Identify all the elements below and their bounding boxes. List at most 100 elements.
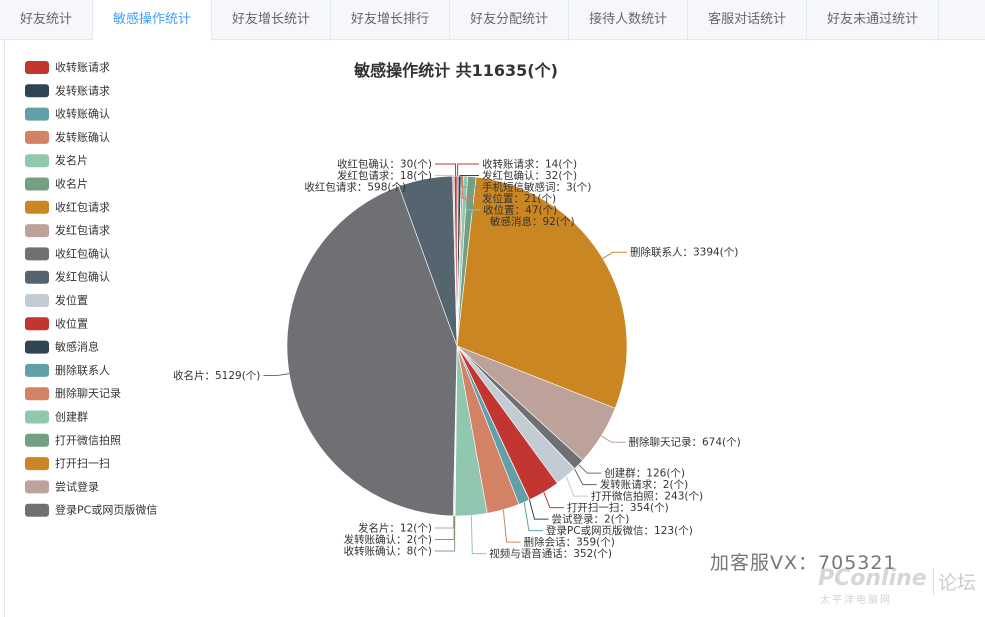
label-leader-line [502, 509, 521, 543]
legend-label: 收名片 [55, 177, 88, 191]
label-leader-line [263, 373, 290, 376]
slice-label: 发位置：21(个) [482, 192, 556, 205]
legend-swatch [25, 61, 49, 74]
legend-swatch [25, 363, 49, 377]
legend-swatch [25, 294, 49, 307]
label-leader-line [543, 492, 564, 509]
legend-item[interactable]: 登录PC或网页版微信 [25, 503, 157, 517]
legend-item[interactable]: 收转账请求 [25, 60, 110, 74]
legend-label: 删除联系人 [55, 363, 110, 377]
legend-label: 发名片 [55, 153, 88, 167]
legend-item[interactable]: 打开扫一扫 [25, 456, 110, 471]
legend-swatch [25, 247, 49, 261]
legend-item[interactable]: 发名片 [25, 153, 88, 168]
legend-swatch [25, 317, 49, 331]
watermark-logo-sub: 太平洋电脑网 [820, 595, 892, 606]
label-leader-line [601, 435, 626, 443]
legend-swatch [25, 433, 49, 447]
legend-item[interactable]: 收位置 [25, 316, 88, 331]
legend-label: 创建群 [55, 410, 88, 424]
legend-item[interactable]: 创建群 [25, 410, 88, 424]
legend-item[interactable]: 敏感消息 [25, 340, 99, 354]
slice-label: 发红包确认：32(个) [482, 169, 577, 182]
legend-label: 登录PC或网页版微信 [55, 503, 157, 517]
legend-item[interactable]: 收名片 [25, 177, 88, 191]
legend-label: 发红包确认 [55, 270, 110, 284]
legend-swatch [25, 177, 49, 191]
label-leader-line [578, 464, 602, 474]
label-leader-line [457, 163, 479, 177]
slice-label: 删除联系人：3394(个) [630, 246, 738, 259]
legend-swatch [25, 84, 49, 98]
legend-label: 删除聊天记录 [55, 386, 121, 400]
label-leader-line [435, 515, 455, 529]
label-leader-line [435, 163, 457, 177]
legend-swatch [25, 457, 49, 471]
legend-item[interactable]: 收转账确认 [25, 107, 110, 121]
legend-swatch [25, 200, 49, 214]
slice-label: 收转账请求：14(个) [482, 158, 577, 171]
legend-item[interactable]: 发红包确认 [25, 270, 110, 284]
watermark-logo: PConline [818, 566, 927, 591]
legend-swatch [25, 130, 49, 144]
legend-label: 发位置 [55, 293, 88, 307]
pie-chart: 收转账请求发转账请求收转账确认发转账确认发名片收名片收红包请求发红包请求收红包确… [25, 60, 741, 560]
legend-item[interactable]: 发转账确认 [25, 130, 110, 144]
legend-label: 打开微信拍照 [55, 433, 121, 447]
legend-item[interactable]: 收红包请求 [25, 200, 110, 214]
legend-label: 收转账确认 [55, 107, 110, 121]
slice-label: 收转账确认：8(个) [344, 544, 432, 557]
slice-label: 视频与语音通话：352(个) [489, 547, 612, 560]
slice-label: 发名片：12(个) [358, 521, 432, 534]
legend-label: 尝试登录 [55, 479, 99, 493]
slice-label: 删除聊天记录：674(个) [628, 436, 740, 449]
slice-label: 打开微信拍照：243(个) [591, 490, 703, 503]
slice-label: 发转账请求：2(个) [600, 478, 688, 491]
legend-item[interactable]: 发转账请求 [25, 83, 110, 98]
legend-item[interactable]: 发位置 [25, 293, 88, 307]
legend-item[interactable]: 尝试登录 [25, 479, 99, 494]
chart-title: 敏感操作统计 共11635(个) [353, 61, 558, 80]
legend-swatch [25, 154, 49, 168]
slice-label: 收红包确认：30(个) [337, 158, 432, 171]
label-leader-line [602, 251, 627, 259]
legend-label: 发转账请求 [55, 83, 110, 97]
legend-label: 敏感消息 [55, 340, 99, 354]
legend-swatch [25, 107, 49, 121]
legend-swatch [25, 480, 49, 494]
legend-item[interactable]: 收红包确认 [25, 246, 110, 261]
legend-swatch [25, 224, 49, 238]
slice-label: 创建群：126(个) [604, 467, 685, 480]
legend-swatch [25, 387, 49, 401]
legend-label: 收位置 [55, 316, 88, 330]
legend-label: 收转账请求 [55, 60, 110, 74]
legend-label: 发红包请求 [55, 223, 110, 237]
legend-label: 发转账确认 [55, 130, 110, 144]
slice-label: 收名片：5129(个) [173, 369, 260, 382]
legend-label: 收红包确认 [55, 246, 110, 260]
label-leader-line [459, 175, 479, 177]
legend-label: 收红包请求 [55, 200, 110, 214]
legend-item[interactable]: 打开微信拍照 [25, 433, 121, 447]
slice-label: 收位置：47(个) [483, 204, 557, 217]
legend-swatch [25, 410, 49, 424]
legend-swatch [25, 270, 49, 284]
legend-item[interactable]: 发红包请求 [25, 223, 110, 238]
legend-item[interactable]: 删除联系人 [25, 363, 110, 377]
watermark-forum: 论坛 [933, 568, 976, 595]
legend-swatch [25, 340, 49, 354]
slice-label: 登录PC或网页版微信：123(个) [546, 524, 693, 537]
label-leader-line [435, 175, 454, 177]
legend-item[interactable]: 删除聊天记录 [25, 386, 121, 401]
legend-label: 打开扫一扫 [55, 456, 110, 470]
label-leader-line [528, 499, 549, 520]
slice-label: 收红包请求：598(个) [304, 181, 406, 194]
legend-swatch [25, 503, 49, 517]
slice-label: 发转账确认：2(个) [344, 533, 432, 546]
label-leader-line [470, 515, 487, 555]
slice-label: 打开扫一扫：354(个) [567, 501, 669, 514]
slice-label: 敏感消息：92(个) [490, 215, 575, 228]
chart-legend: 收转账请求发转账请求收转账确认发转账确认发名片收名片收红包请求发红包请求收红包确… [25, 60, 157, 517]
slice-label: 尝试登录：2(个) [551, 513, 629, 526]
slice-label: 发红包请求：18(个) [337, 169, 432, 182]
